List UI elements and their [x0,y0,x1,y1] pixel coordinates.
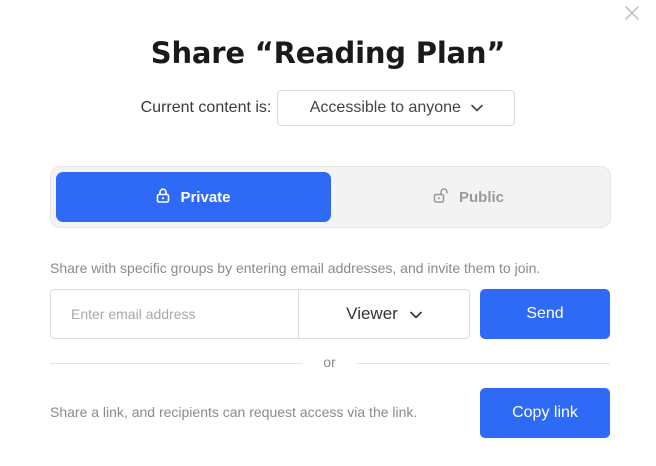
visibility-toggle: Private Public [50,166,611,228]
dialog-title: Share “Reading Plan” [150,36,506,70]
email-input[interactable] [50,289,299,339]
private-label: Private [180,188,231,206]
access-selected-value: Accessible to anyone [309,99,461,116]
public-label: Public [458,188,504,206]
role-selected-value: Viewer [346,304,398,323]
access-select[interactable]: Accessible to anyone [277,90,516,126]
divider-line [50,363,303,364]
access-label: Current content is: [140,99,272,116]
access-row: Current content is: Accessible to anyone [0,90,656,126]
send-button[interactable]: Send [480,289,610,339]
public-toggle-button[interactable]: Public [331,172,606,222]
link-share-description: Share a link, and recipients can request… [50,404,418,420]
or-separator: or [50,353,610,373]
chevron-down-icon [410,304,422,324]
invite-description: Share with specific groups by entering e… [50,260,541,276]
close-icon [622,3,642,23]
private-toggle-button[interactable]: Private [56,172,331,222]
divider-line [356,363,610,364]
lock-icon [156,187,170,207]
unlock-icon [433,187,449,207]
role-select[interactable]: Viewer [298,289,470,339]
separator-text: or [323,354,336,370]
close-button[interactable] [622,3,642,23]
copy-link-button[interactable]: Copy link [480,388,610,438]
invite-row: Viewer Send [50,289,610,339]
chevron-down-icon [471,99,483,117]
